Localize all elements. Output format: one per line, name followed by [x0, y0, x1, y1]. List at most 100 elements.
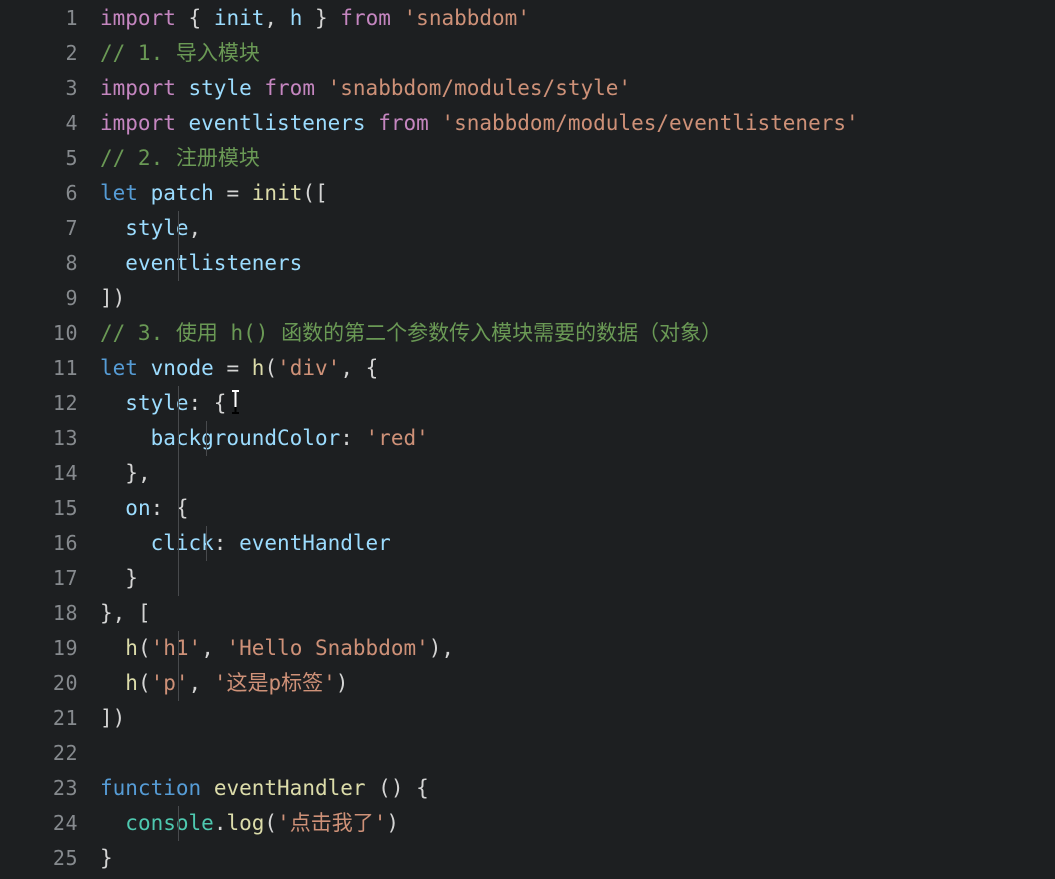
line-number: 15 [52, 496, 78, 520]
token-identifier: vnode [150, 356, 214, 380]
line-number: 25 [52, 846, 78, 870]
code-line[interactable]: 19 h('h1', 'Hello Snabbdom'), [0, 631, 1055, 666]
line-number: 6 [65, 181, 78, 205]
token-punctuation: ([ [302, 181, 328, 205]
line-content[interactable]: import style from 'snabbdom/modules/styl… [78, 71, 1055, 106]
token-string: '这是p标签' [213, 671, 336, 695]
line-number: 12 [52, 391, 78, 415]
code-line[interactable]: 2 // 1. 导入模块 [0, 36, 1055, 71]
token-identifier: eventlisteners [188, 111, 366, 135]
code-line[interactable]: 24 console.log('点击我了') [0, 806, 1055, 841]
line-content[interactable]: }, [ [78, 596, 1055, 631]
line-content[interactable]: style: { [78, 386, 1055, 421]
line-content[interactable]: h('h1', 'Hello Snabbdom'), [78, 631, 1055, 666]
line-number: 16 [52, 531, 78, 555]
token-punctuation: : { [150, 496, 189, 520]
code-line[interactable]: 18 }, [ [0, 596, 1055, 631]
token-comma: , [188, 671, 214, 695]
token-console-object: console [125, 811, 214, 835]
code-line[interactable]: 8 eventlisteners [0, 246, 1055, 281]
line-number: 7 [65, 216, 78, 240]
indent-guide [178, 386, 179, 421]
token-property: on [125, 496, 151, 520]
token-brace-close: } [302, 6, 328, 30]
token-string: 'p' [150, 671, 189, 695]
line-number: 8 [65, 251, 78, 275]
line-number: 18 [52, 601, 78, 625]
token-paren: ( [264, 356, 278, 380]
token-identifier: patch [150, 181, 214, 205]
code-line[interactable]: 3 import style from 'snabbdom/modules/st… [0, 71, 1055, 106]
token-punctuation: } [100, 846, 113, 870]
line-content[interactable]: let vnode = h('div', { [78, 351, 1055, 386]
token-punctuation: ), [428, 636, 455, 660]
code-line[interactable]: 7 style, [0, 211, 1055, 246]
token-string: 'red' [365, 426, 429, 450]
token-identifier: style [125, 216, 189, 240]
token-punctuation: ]) [100, 286, 126, 310]
line-content[interactable]: eventlisteners [78, 246, 1055, 281]
code-line[interactable]: 12 style: { [0, 386, 1055, 421]
line-content[interactable]: } [78, 841, 1055, 876]
code-line[interactable]: 10 // 3. 使用 h() 函数的第二个参数传入模块需要的数据（对象） [0, 316, 1055, 351]
code-line[interactable]: 17 } [0, 561, 1055, 596]
token-brace-open: { [188, 6, 214, 30]
token-comma: , [264, 6, 290, 30]
token-import: import [100, 76, 176, 100]
line-number: 21 [52, 706, 78, 730]
token-function-call: init [251, 181, 303, 205]
line-content[interactable]: function eventHandler () { [78, 771, 1055, 806]
token-keyword-let: let [100, 181, 138, 205]
line-number: 3 [65, 76, 78, 100]
code-line[interactable]: 23 function eventHandler () { [0, 771, 1055, 806]
token-function-call: h [251, 356, 265, 380]
token-import: import [100, 6, 176, 30]
token-punctuation: () { [365, 776, 429, 800]
line-content[interactable]: }, [78, 456, 1055, 491]
line-number: 11 [52, 356, 78, 380]
line-content[interactable]: // 1. 导入模块 [78, 36, 1055, 71]
code-line[interactable]: 16 click: eventHandler [0, 526, 1055, 561]
token-punctuation: ) [335, 671, 349, 695]
line-content[interactable]: backgroundColor: 'red' [78, 421, 1055, 456]
indent-guide [206, 526, 207, 561]
line-content[interactable]: } [78, 561, 1055, 596]
line-content[interactable]: // 3. 使用 h() 函数的第二个参数传入模块需要的数据（对象） [78, 316, 1055, 351]
line-content[interactable]: ]) [78, 701, 1055, 736]
line-content[interactable]: import { init, h } from 'snabbdom' [78, 1, 1055, 36]
code-line[interactable]: 5 // 2. 注册模块 [0, 141, 1055, 176]
token-paren: ( [137, 671, 151, 695]
indent-guide [178, 246, 179, 281]
code-line[interactable]: 13 backgroundColor: 'red' [0, 421, 1055, 456]
code-line[interactable]: 6 let patch = init([ [0, 176, 1055, 211]
code-line[interactable]: 1 import { init, h } from 'snabbdom' [0, 1, 1055, 36]
line-content[interactable]: h('p', '这是p标签') [78, 666, 1055, 701]
line-content[interactable]: import eventlisteners from 'snabbdom/mod… [78, 106, 1055, 141]
line-content[interactable]: // 2. 注册模块 [78, 141, 1055, 176]
line-content[interactable]: style, [78, 211, 1055, 246]
code-line[interactable]: 20 h('p', '这是p标签') [0, 666, 1055, 701]
line-content[interactable]: click: eventHandler [78, 526, 1055, 561]
token-property: style [125, 391, 189, 415]
line-number: 1 [65, 6, 78, 30]
indent-guide [178, 526, 179, 561]
code-line[interactable]: 11 let vnode = h('div', { [0, 351, 1055, 386]
line-content[interactable]: ]) [78, 281, 1055, 316]
code-line[interactable]: 15 on: { [0, 491, 1055, 526]
code-editor[interactable]: 1 import { init, h } from 'snabbdom' 2 /… [0, 0, 1055, 879]
token-punctuation: }, [125, 461, 151, 485]
token-identifier: style [188, 76, 252, 100]
code-line[interactable]: 4 import eventlisteners from 'snabbdom/m… [0, 106, 1055, 141]
token-method-log: log [226, 811, 265, 835]
line-content[interactable]: on: { [78, 491, 1055, 526]
code-line[interactable]: 22 [0, 736, 1055, 771]
indent-guide [178, 561, 179, 596]
line-number: 24 [52, 811, 78, 835]
token-paren: ( [137, 636, 151, 660]
line-content[interactable]: let patch = init([ [78, 176, 1055, 211]
code-line[interactable]: 25 } [0, 841, 1055, 876]
code-line[interactable]: 21 ]) [0, 701, 1055, 736]
code-line[interactable]: 14 }, [0, 456, 1055, 491]
line-content[interactable]: console.log('点击我了') [78, 806, 1055, 841]
code-line[interactable]: 9 ]) [0, 281, 1055, 316]
